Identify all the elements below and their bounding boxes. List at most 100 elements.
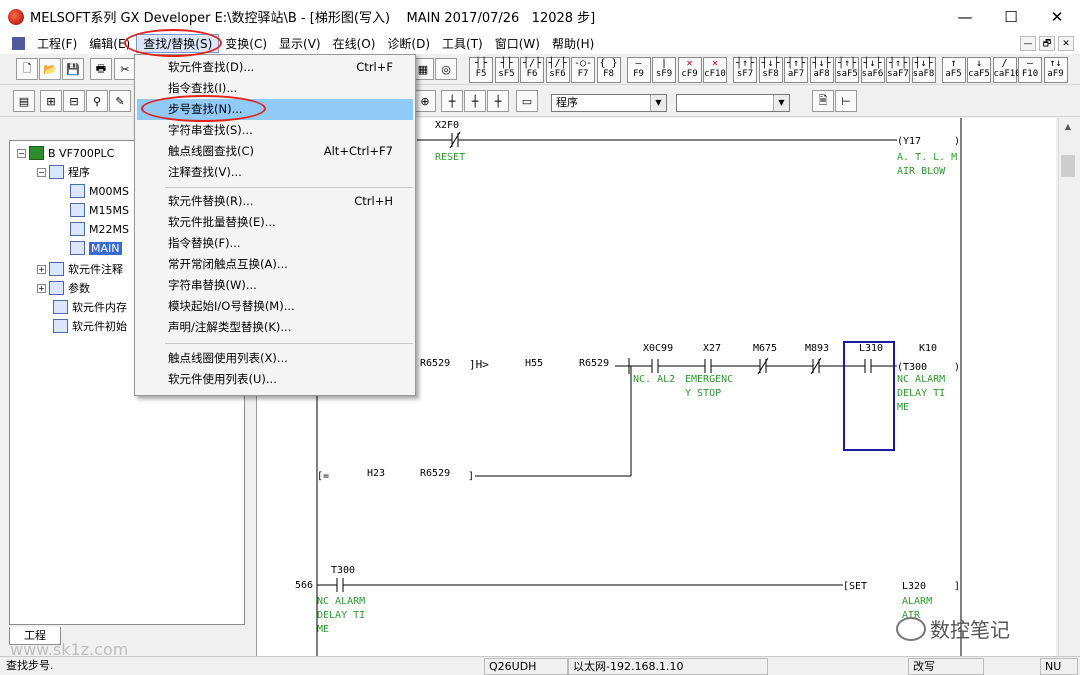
expand-icon[interactable]: + — [37, 283, 46, 293]
menu-item-string-find[interactable]: 字符串查找(S)... — [137, 120, 413, 141]
structure-icon[interactable]: ⊢ — [835, 90, 857, 112]
scroll-thumb[interactable] — [1061, 155, 1075, 177]
menu-item-device-list[interactable]: 软元件使用列表(U)... — [137, 369, 413, 390]
scroll-up-icon[interactable]: ▲ — [1059, 118, 1077, 135]
ladder-block2-icon[interactable]: ┼ — [464, 90, 486, 112]
ladder-key-label: sF9 — [655, 69, 673, 79]
expand-icon[interactable]: + — [37, 264, 46, 274]
ladder-doc-icon — [12, 37, 25, 50]
cut-icon[interactable]: ✂ — [114, 58, 136, 80]
menu-item-step-find[interactable]: 步号查找(N)... — [137, 99, 413, 120]
menu-item-string-replace[interactable]: 字符串替换(W)... — [137, 275, 413, 296]
maximize-button[interactable]: ☐ — [988, 0, 1034, 33]
document-icon[interactable]: 🗎 — [812, 90, 834, 112]
edit-icon[interactable]: ✎ — [109, 90, 131, 112]
tree-params[interactable]: + 参数 — [37, 279, 90, 297]
open-folder-icon[interactable]: 📂 — [39, 58, 61, 80]
ladder-block3-icon[interactable]: ┼ — [487, 90, 509, 112]
ladder-key-sf9[interactable]: | sF9 — [652, 57, 676, 83]
t300-comment-1: NC ALARM — [897, 374, 945, 385]
ladder-key-f7[interactable]: -○- F7 — [571, 57, 595, 83]
ladder-key-f6[interactable]: ┤/├ F6 — [520, 57, 544, 83]
menu-find-replace[interactable]: 查找/替换(S) — [136, 34, 220, 53]
ladder-key-sf8[interactable]: ┤↓├ sF8 — [758, 57, 783, 83]
mdi-restore-button[interactable]: 🗗 — [1039, 36, 1055, 51]
ladder-key-af8[interactable]: ┤↓├ aF8 — [809, 57, 834, 83]
menu-item-shortcut: Ctrl+H — [354, 194, 393, 208]
menu-item-device-batch-replace[interactable]: 软元件批量替换(E)... — [137, 212, 413, 233]
menu-item-instruction-find[interactable]: 指令查找(I)... — [137, 78, 413, 99]
menu-convert[interactable]: 变换(C) — [219, 35, 273, 52]
device-search-icon[interactable]: ⚲ — [86, 90, 108, 112]
ladder-key-f9[interactable]: — F9 — [626, 57, 651, 83]
menu-window[interactable]: 窗口(W) — [489, 35, 546, 52]
save-icon[interactable]: 💾 — [62, 58, 84, 80]
chevron-down-icon[interactable]: ▼ — [773, 95, 789, 111]
ladder-key-af9[interactable]: ↑↓ aF9 — [1043, 57, 1068, 83]
menu-item-instruction-replace[interactable]: 指令替换(F)... — [137, 233, 413, 254]
print-icon[interactable]: 🖶 — [90, 58, 112, 80]
ladder-key-caf10[interactable]: / caF10 — [992, 57, 1021, 83]
minimize-button[interactable]: — — [942, 0, 988, 33]
tree-program-item[interactable]: M00MS — [70, 182, 129, 200]
ladder-symbol-icon: ┤↑├ — [735, 58, 755, 69]
list-view-icon[interactable]: ⊟ — [63, 90, 85, 112]
ladder-key-caf5[interactable]: ↓ caF5 — [967, 57, 991, 83]
menu-item-device-replace[interactable]: 软元件替换(R)... Ctrl+H — [137, 191, 413, 212]
ladder-key-saf7[interactable]: ┤↑├ saF7 — [886, 57, 910, 83]
new-file-icon[interactable]: 🗋 — [16, 58, 38, 80]
menu-item-contact-coil-list[interactable]: 触点线圈使用列表(X)... — [137, 348, 413, 369]
zoom-icon[interactable]: ⊕ — [414, 90, 436, 112]
chevron-down-icon[interactable]: ▼ — [650, 95, 666, 111]
ladder-key-saf6[interactable]: ┤↓├ saF6 — [860, 57, 885, 83]
menu-item-comment-find[interactable]: 注释查找(V)... — [137, 162, 413, 183]
tree-root[interactable]: − B VF700PLC — [17, 144, 114, 162]
ladder-key-label: aF9 — [1047, 69, 1064, 79]
mdi-minimize-button[interactable]: — — [1020, 36, 1036, 51]
menu-edit[interactable]: 编辑(E) — [83, 35, 136, 52]
ladder-key-cf9[interactable]: ✕ cF9 — [677, 57, 702, 83]
tree-device-memory[interactable]: 软元件内存 — [53, 298, 127, 316]
tree-program-item[interactable]: M22MS — [70, 220, 129, 238]
mdi-close-button[interactable]: ✕ — [1058, 36, 1074, 51]
menu-item-device-find[interactable]: 软元件查找(D)... Ctrl+F — [137, 57, 413, 78]
ladder-view-icon[interactable]: ⊞ — [40, 90, 62, 112]
menu-view[interactable]: 显示(V) — [273, 35, 327, 52]
ladder-key-saf5[interactable]: ┤↑├ saF5 — [835, 57, 859, 83]
menu-item-annotation-replace[interactable]: 声明/注解类型替换(K)... — [137, 317, 413, 338]
init-icon — [53, 319, 68, 333]
menu-diagnostics[interactable]: 诊断(D) — [381, 35, 436, 52]
ladder-key-cf10[interactable]: ✕ cF10 — [703, 57, 727, 83]
ladder-key-f10[interactable]: — F10 — [1018, 57, 1042, 83]
menu-item-contact-coil-find[interactable]: 触点线圈查找(C) Alt+Ctrl+F7 — [137, 141, 413, 162]
ladder-key-saf8[interactable]: ┤↓├ saF8 — [911, 57, 936, 83]
ladder-key-sf7[interactable]: ┤↑├ sF7 — [733, 57, 757, 83]
menu-online[interactable]: 在线(O) — [327, 35, 382, 52]
ladder-block-icon[interactable]: ┼ — [441, 90, 463, 112]
tree-program-folder[interactable]: − 程序 — [37, 163, 90, 181]
ladder-key-f8[interactable]: { } F8 — [596, 57, 621, 83]
ladder-key-f5[interactable]: ┤├ F5 — [469, 57, 493, 83]
ladder-key-af5[interactable]: ↑ aF5 — [941, 57, 966, 83]
collapse-icon[interactable]: − — [17, 148, 26, 158]
menu-item-contact-swap[interactable]: 常开常闭触点互换(A)... — [137, 254, 413, 275]
vertical-scrollbar[interactable]: ▲ — [1058, 118, 1076, 656]
menu-tools[interactable]: 工具(T) — [436, 35, 489, 52]
program-select[interactable]: 程序 ▼ — [551, 94, 667, 112]
ladder-key-sf6[interactable]: ┤/├ sF6 — [545, 57, 570, 83]
window-icon[interactable]: ▭ — [516, 90, 538, 112]
monitor-start-icon[interactable]: ◎ — [435, 58, 457, 80]
menu-item-io-replace[interactable]: 模块起始I/O号替换(M)... — [137, 296, 413, 317]
tree-program-item-selected[interactable]: MAIN — [70, 239, 122, 257]
tree-device-comment[interactable]: + 软元件注释 — [37, 260, 123, 278]
menu-project[interactable]: 工程(F) — [31, 35, 83, 52]
tree-program-item[interactable]: M15MS — [70, 201, 129, 219]
ladder-key-sf5[interactable]: ┤├ sF5 — [494, 57, 519, 83]
ladder-key-af7[interactable]: ┤↑├ aF7 — [784, 57, 808, 83]
tree-view-icon[interactable]: ▤ — [13, 90, 35, 112]
device-select[interactable]: ▼ — [676, 94, 790, 112]
close-button[interactable]: ✕ — [1034, 0, 1080, 33]
menu-help[interactable]: 帮助(H) — [546, 35, 600, 52]
tree-device-init[interactable]: 软元件初始 — [53, 317, 127, 335]
collapse-icon[interactable]: − — [37, 167, 46, 177]
